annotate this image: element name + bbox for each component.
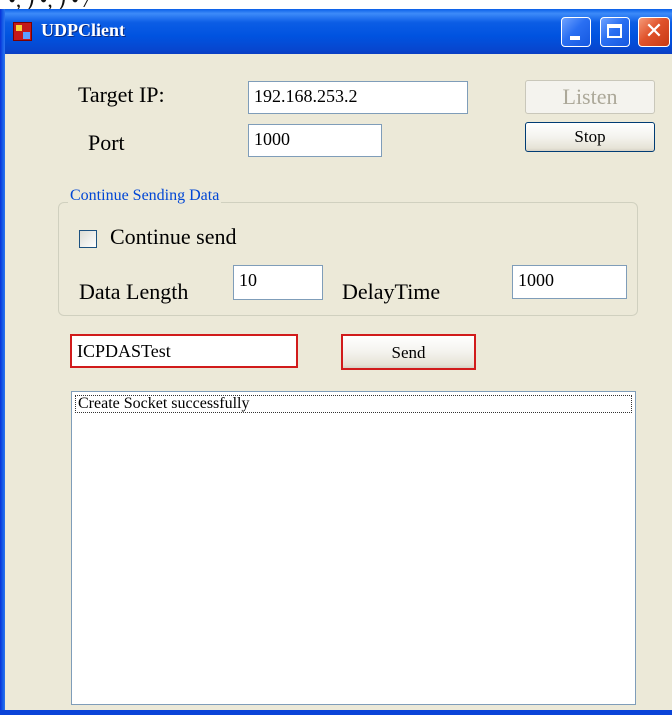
listen-button[interactable]: Listen xyxy=(525,80,655,114)
target-ip-label: Target IP: xyxy=(78,82,165,107)
udp-client-window: UDPClient ✕ Target IP: 192.168.253.2 Lis… xyxy=(0,9,672,715)
close-button[interactable]: ✕ xyxy=(638,17,670,47)
continue-send-label[interactable]: Continue send xyxy=(110,224,237,250)
window-title: UDPClient xyxy=(41,20,125,40)
continue-sending-group-title: Continue Sending Data xyxy=(68,187,222,205)
target-ip-input[interactable]: 192.168.253.2 xyxy=(248,81,468,114)
port-input[interactable]: 1000 xyxy=(248,124,382,157)
delay-time-input[interactable]: 1000 xyxy=(512,265,627,299)
stop-button[interactable]: Stop xyxy=(525,122,655,152)
maximize-button[interactable] xyxy=(600,17,630,47)
message-input[interactable]: ICPDASTest xyxy=(70,334,298,368)
log-list-item[interactable]: Create Socket successfully xyxy=(75,395,632,413)
data-length-input[interactable]: 10 xyxy=(233,265,323,300)
port-label: Port xyxy=(88,130,125,155)
data-length-label: Data Length xyxy=(79,279,189,304)
window-frame-left xyxy=(0,9,5,715)
title-bar[interactable]: UDPClient ✕ xyxy=(0,9,672,54)
close-icon: ✕ xyxy=(644,19,664,44)
maximize-icon xyxy=(607,24,622,38)
window-frame-bottom xyxy=(0,710,672,715)
log-listbox[interactable]: Create Socket successfully xyxy=(71,391,636,705)
delay-time-label: DelayTime xyxy=(342,279,441,304)
minimize-button[interactable] xyxy=(561,17,591,47)
app-icon[interactable] xyxy=(13,22,32,41)
send-button[interactable]: Send xyxy=(341,334,476,370)
minimize-icon xyxy=(570,36,580,40)
continue-send-checkbox[interactable] xyxy=(79,230,97,248)
